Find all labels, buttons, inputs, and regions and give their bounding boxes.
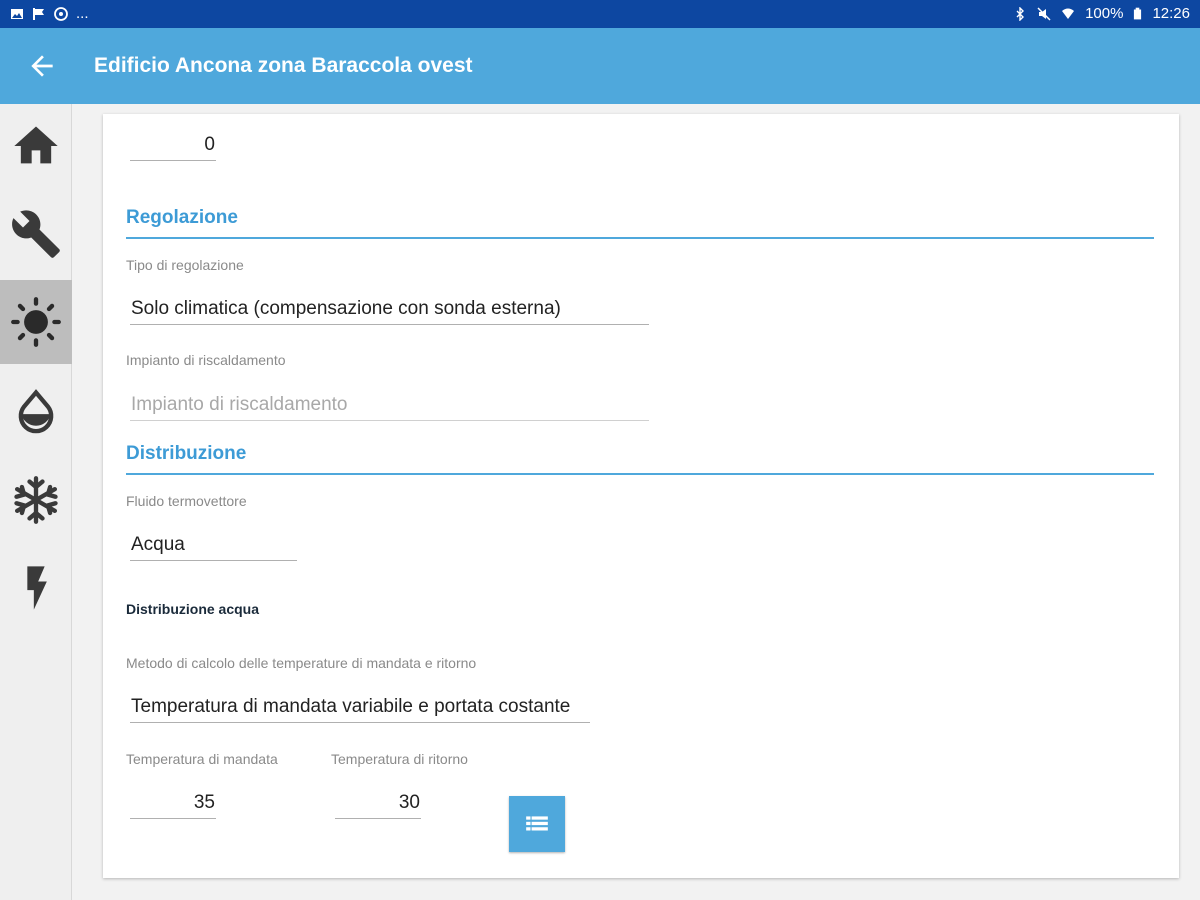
- impianto-label: Impianto di riscaldamento: [126, 352, 286, 368]
- app-bar: Edificio Ancona zona Baraccola ovest: [0, 28, 1200, 104]
- temperature-table-button[interactable]: [509, 796, 565, 852]
- section-title-distribuzione: Distribuzione: [126, 443, 247, 464]
- disc-icon: [54, 6, 68, 21]
- status-overflow-text: ...: [76, 5, 89, 22]
- mandata-underline: [130, 818, 216, 819]
- subheading-distribuzione-acqua: Distribuzione acqua: [126, 601, 260, 617]
- sidebar-item-electric[interactable]: [0, 546, 72, 630]
- status-bar: ... 100% 12:26: [0, 0, 1200, 28]
- sidebar: [0, 104, 72, 900]
- page-title: Edificio Ancona zona Baraccola ovest: [94, 54, 473, 77]
- sidebar-item-home[interactable]: [0, 104, 72, 188]
- battery-icon: [1134, 7, 1142, 19]
- metodo-underline: [130, 722, 590, 723]
- clock-text: 12:26: [1152, 5, 1190, 22]
- bluetooth-icon: [1016, 6, 1025, 21]
- sun-icon: [11, 297, 61, 347]
- metodo-label: Metodo di calcolo delle temperature di m…: [126, 655, 477, 671]
- fluido-label: Fluido termovettore: [126, 493, 247, 509]
- sidebar-item-tools[interactable]: [0, 192, 72, 276]
- mute-icon: [1037, 6, 1051, 21]
- home-icon: [14, 126, 58, 164]
- tipo-regolazione-label: Tipo di regolazione: [126, 257, 244, 273]
- snowflake-icon: [14, 476, 58, 524]
- water-drop-icon: [18, 389, 54, 434]
- metodo-select[interactable]: Temperatura di mandata variabile e porta…: [131, 696, 590, 718]
- lightning-icon: [27, 566, 47, 610]
- top-field-underline: [130, 160, 216, 161]
- section-rule-distribuzione: [126, 473, 1154, 475]
- status-left: ...: [10, 5, 89, 22]
- sidebar-item-water[interactable]: [0, 370, 72, 454]
- image-icon: [11, 8, 23, 19]
- mandata-input[interactable]: 35: [131, 792, 215, 814]
- ritorno-underline: [335, 818, 421, 819]
- top-field-value[interactable]: 0: [203, 134, 215, 156]
- sidebar-item-cooling[interactable]: [0, 458, 72, 542]
- battery-text: 100%: [1085, 5, 1124, 22]
- tipo-regolazione-select[interactable]: Solo climatica (compensazione con sonda …: [131, 298, 649, 320]
- table-icon: [526, 816, 548, 831]
- status-right: 100% 12:26: [1013, 5, 1190, 22]
- fluido-select[interactable]: Acqua: [131, 534, 297, 556]
- back-arrow-icon[interactable]: [26, 50, 58, 82]
- tipo-regolazione-underline: [130, 324, 649, 325]
- mandata-label: Temperatura di mandata: [126, 751, 278, 767]
- ritorno-input[interactable]: 30: [336, 792, 420, 814]
- wifi-icon: [1062, 8, 1075, 19]
- flag-icon: [33, 7, 44, 20]
- section-rule-regolazione: [126, 237, 1154, 239]
- impianto-input[interactable]: Impianto di riscaldamento: [131, 394, 649, 416]
- sidebar-item-heating[interactable]: [0, 280, 72, 364]
- form-card: 0 Regolazione Tipo di regolazione Solo c…: [103, 114, 1179, 878]
- impianto-underline: [130, 420, 649, 421]
- section-title-regolazione: Regolazione: [126, 207, 238, 228]
- wrench-icon: [12, 210, 60, 258]
- fluido-underline: [130, 560, 297, 561]
- ritorno-label: Temperatura di ritorno: [331, 751, 468, 767]
